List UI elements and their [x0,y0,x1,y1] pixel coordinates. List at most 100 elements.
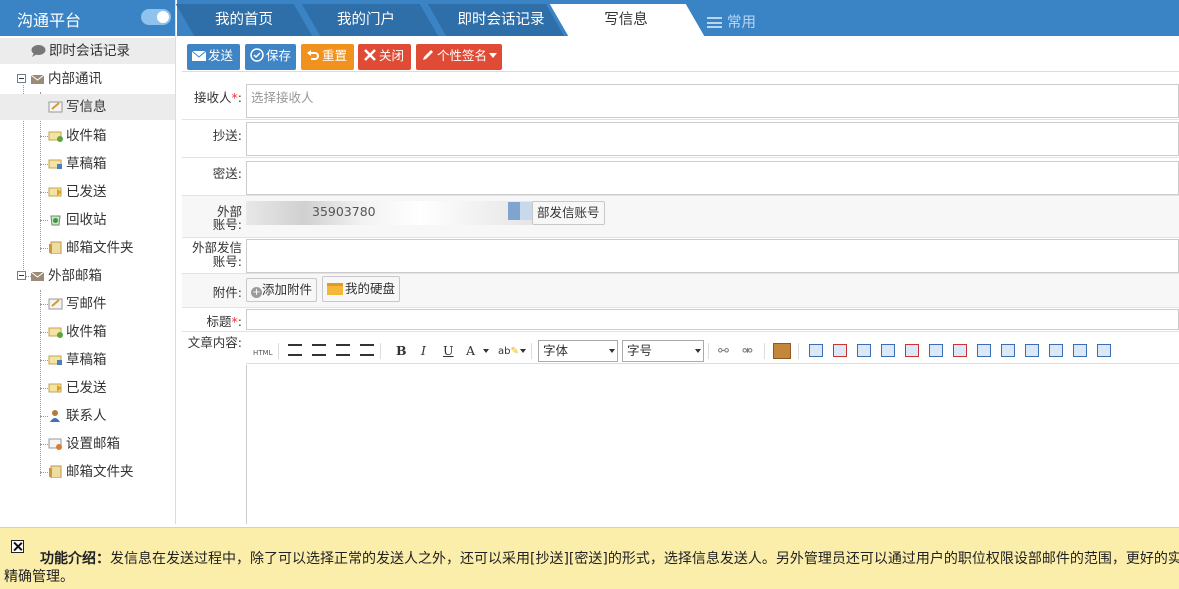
column-insert-icon[interactable] [929,344,943,357]
sidebar-item-ext-mail-folder[interactable]: 邮箱文件夹 [48,459,134,485]
align-right-icon[interactable] [336,344,350,356]
sidebar-item-write-mail[interactable]: 写邮件 [48,291,107,317]
merge-right-icon[interactable] [1049,344,1063,357]
sidebar-item-mail-folder[interactable]: 邮箱文件夹 [48,235,134,261]
sidebar-item-ext-sent[interactable]: 已发送 [48,375,107,401]
sidebar-item-contacts[interactable]: 联系人 [48,403,107,429]
attachment-row: 附件: +添加附件 我的硬盘 [182,274,1179,308]
mailbox-icon [30,68,45,84]
external-account-partial: 35903780 [312,204,376,219]
close-icon [363,46,377,61]
sidebar-item-inbox[interactable]: 收件箱 [48,123,107,149]
sidebar-group-internal[interactable]: 内部通讯 [17,66,102,92]
font-family-select[interactable]: 字体 [538,340,618,362]
close-button[interactable]: 关闭 [358,44,411,70]
sidebar-item-label: 即时会话记录 [49,43,130,59]
sidebar-item-ext-inbox[interactable]: 收件箱 [48,319,107,345]
sidebar: 沟通平台 即时会话记录 内部通讯 写信息 收件箱 草稿箱 已发送 回收站 邮箱文… [0,0,176,524]
feature-intro-bar: 功能介绍：发信息在发送过程中，除了可以选择正常的发送人之外，还可以采用[抄送][… [0,527,1179,589]
tab-chat-records[interactable]: 即时会话记录 [442,4,560,36]
image-icon[interactable] [773,343,791,359]
sidebar-group-external[interactable]: 外部邮箱 [17,263,102,289]
recipient-label: 接收人*: [194,90,242,105]
bold-button[interactable]: B [396,342,407,360]
sidebar-item-write-message[interactable]: 写信息 [0,94,175,120]
sidebar-item-mail-settings[interactable]: 设置邮箱 [48,431,120,457]
merge-down-icon[interactable] [1073,344,1087,357]
align-justify-icon[interactable] [360,344,374,356]
tab-common-label: 常用 [727,15,756,31]
inbox-icon [48,125,63,142]
check-circle-icon [250,46,264,62]
tab-common[interactable]: 常用 [707,11,756,32]
underline-button[interactable]: U [443,342,454,360]
add-attachment-button[interactable]: +添加附件 [246,278,318,302]
my-disk-button[interactable]: 我的硬盘 [322,276,401,302]
cc-label: 抄送: [212,128,242,143]
folder-icon [48,237,63,255]
content-label: 文章内容: [187,335,242,350]
send-button[interactable]: 发送 [187,44,240,70]
collapse-icon[interactable] [17,74,26,83]
html-source-button[interactable]: HTML [253,344,272,362]
sent-icon [48,377,63,393]
table-props-icon[interactable] [857,344,871,357]
table-delete-icon[interactable] [833,344,847,357]
sidebar-toggle-switch[interactable] [141,9,171,25]
settings-mail-icon [48,433,63,450]
tab-write-message[interactable]: 写信息 [571,4,681,36]
sidebar-item-label: 回收站 [66,212,107,228]
unlink-icon[interactable]: ⚮ [742,343,753,361]
cell-split-icon[interactable] [1001,344,1015,357]
mailbox-icon [30,265,45,281]
drafts-icon [48,349,63,365]
sidebar-item-recycle-bin[interactable]: 回收站 [48,207,107,233]
bcc-input[interactable] [246,161,1179,195]
align-left-icon[interactable] [288,344,302,356]
split-cells-icon[interactable] [1097,344,1111,357]
sidebar-item-label: 邮箱文件夹 [66,464,134,480]
external-sender-input[interactable] [246,239,1179,273]
subject-input[interactable] [246,309,1179,330]
link-icon[interactable]: ⚯ [718,343,729,361]
sidebar-item-label: 写邮件 [66,296,107,312]
inbox-icon [48,321,63,338]
sidebar-title: 沟通平台 [17,11,82,30]
highlight-icon[interactable]: ab✎ [498,343,519,361]
sidebar-item-chat-records[interactable]: 即时会话记录 [0,38,175,64]
undo-icon [306,46,320,60]
signature-dropdown-button[interactable]: 个性签名 [416,44,502,70]
action-toolbar: 发送 保存 重置 关闭 个性签名 [182,42,1179,72]
align-center-icon[interactable] [312,344,326,356]
sidebar-item-label: 已发送 [66,380,107,396]
tab-my-home[interactable]: 我的首页 [185,4,303,36]
column-delete-icon[interactable] [953,344,967,357]
tab-my-portal[interactable]: 我的门户 [307,4,425,36]
external-account-button[interactable]: 部发信账号 [532,201,605,225]
row-insert-icon[interactable] [881,344,895,357]
pencil-icon [421,46,435,60]
italic-button[interactable]: I [421,342,426,360]
font-size-select[interactable]: 字号 [622,340,704,362]
sidebar-item-drafts[interactable]: 草稿箱 [48,151,107,177]
table-insert-icon[interactable] [809,344,823,357]
save-button[interactable]: 保存 [245,44,296,70]
row-delete-icon[interactable] [905,344,919,357]
caret-down-icon [489,53,498,58]
write-message-icon [48,96,63,113]
sidebar-item-sent[interactable]: 已发送 [48,179,107,205]
sidebar-item-ext-drafts[interactable]: 草稿箱 [48,347,107,373]
sidebar-item-label: 写信息 [66,99,107,115]
attachment-label: 附件: [212,285,242,300]
menu-icon [707,17,722,28]
cell-merge-icon[interactable] [977,344,991,357]
collapse-icon[interactable] [17,271,26,280]
compose-panel: 发送 保存 重置 关闭 个性签名 接收人*: 选择接收人 抄送: 密送: 外部账… [182,36,1179,524]
content-editor[interactable] [246,365,1179,524]
recipient-input[interactable]: 选择接收人 [246,84,1179,118]
cell-props-icon[interactable] [1025,344,1039,357]
cc-input[interactable] [246,122,1179,156]
font-color-button[interactable]: A [466,342,475,360]
external-account-label: 外部 账号: [212,204,242,232]
reset-button[interactable]: 重置 [301,44,354,70]
